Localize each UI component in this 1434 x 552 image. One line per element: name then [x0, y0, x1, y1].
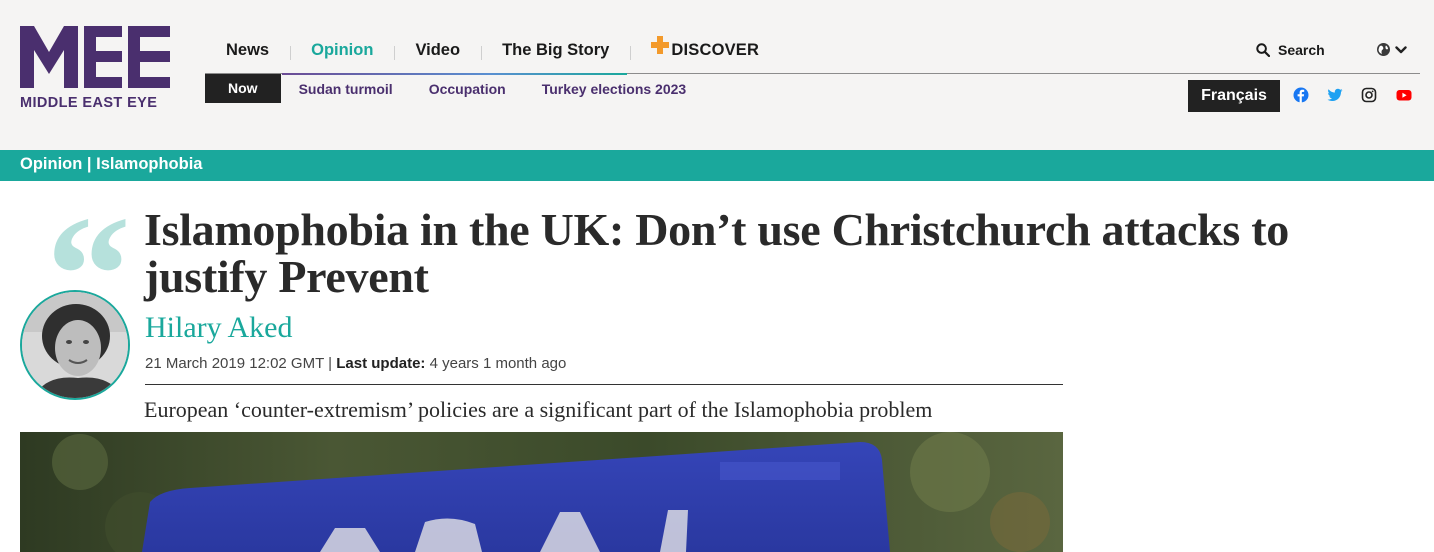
chevron-down-icon [1395, 45, 1407, 53]
nav-item-the-big-story[interactable]: The Big Story [481, 41, 630, 60]
search-label: Search [1278, 42, 1325, 58]
header-rule [145, 384, 1063, 385]
author-name[interactable]: Hilary Aked [145, 311, 292, 345]
article-dateline: 21 March 2019 12:02 GMT | Last update: 4… [145, 355, 566, 372]
breadcrumb-opinion[interactable]: Opinion [20, 155, 82, 173]
language-selector[interactable] [1376, 42, 1407, 57]
instagram-icon[interactable] [1360, 86, 1378, 104]
breadcrumb: Opinion | Islamophobia [20, 155, 202, 174]
subnav-now-label: Now [205, 74, 281, 103]
francais-button[interactable]: Français [1188, 80, 1280, 112]
subnav-item-occupation[interactable]: Occupation [411, 81, 524, 97]
protest-placard-photo [20, 432, 1063, 552]
publish-date: 21 March 2019 12:02 GMT [145, 355, 324, 372]
subnav-item-turkey-elections[interactable]: Turkey elections 2023 [524, 81, 704, 97]
search-icon [1256, 43, 1270, 57]
site-header: MIDDLE EAST EYE News Opinion Video The B… [0, 0, 1434, 150]
last-update-value: 4 years 1 month ago [425, 355, 567, 372]
youtube-icon[interactable] [1395, 86, 1413, 104]
nav-item-video[interactable]: Video [394, 41, 481, 60]
subnav-item-sudan-turmoil[interactable]: Sudan turmoil [281, 81, 411, 97]
mee-logo-mark [20, 26, 170, 88]
discover-label: DISCOVER [671, 40, 760, 59]
main-nav: News Opinion Video The Big Story DISCOVE… [205, 36, 780, 62]
nav-item-discover[interactable]: DISCOVER [630, 36, 780, 60]
article-standfirst: European ‘counter-extremism’ policies ar… [144, 397, 933, 422]
logo-wordmark: MIDDLE EAST EYE [20, 95, 158, 111]
dateline-separator: | [324, 355, 337, 372]
breadcrumb-separator: | [82, 155, 97, 173]
sub-nav: Now Sudan turmoil Occupation Turkey elec… [205, 74, 704, 103]
hero-image [20, 432, 1063, 552]
nav-item-opinion[interactable]: Opinion [290, 41, 394, 60]
author-photo [22, 292, 128, 398]
search-button[interactable]: Search [1256, 42, 1325, 58]
site-logo[interactable]: MIDDLE EAST EYE [20, 26, 172, 116]
breadcrumb-islamophobia[interactable]: Islamophobia [96, 155, 202, 173]
facebook-icon[interactable] [1292, 86, 1310, 104]
last-update-label: Last update: [336, 355, 426, 372]
author-avatar[interactable] [20, 290, 130, 400]
discover-plus-icon [651, 36, 670, 54]
globe-icon [1377, 43, 1390, 56]
nav-item-news[interactable]: News [205, 41, 290, 60]
twitter-icon[interactable] [1326, 86, 1344, 104]
section-bar: Opinion | Islamophobia [0, 150, 1434, 181]
article-headline: Islamophobia in the UK: Don’t use Christ… [144, 204, 1289, 302]
